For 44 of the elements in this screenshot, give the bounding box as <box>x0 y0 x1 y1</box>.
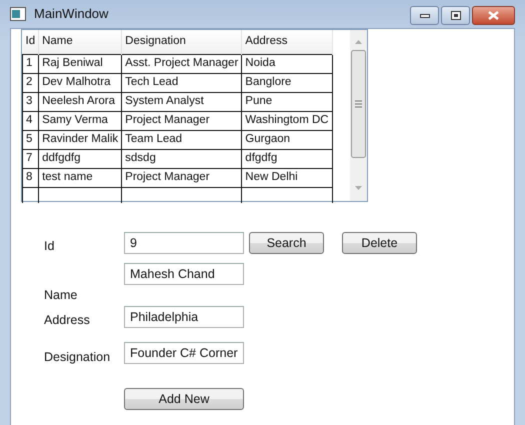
delete-button[interactable]: Delete <box>342 232 417 254</box>
table-cell: 8 <box>22 168 39 187</box>
table-cell: Raj Beniwal <box>38 54 122 73</box>
table-cell: Washingtom DC <box>242 111 332 130</box>
table-cell: Pune <box>242 92 332 111</box>
table-cell: Dev Malhotra <box>38 73 122 92</box>
table-cell: Banglore <box>242 73 332 92</box>
table-cell: Project Manager <box>122 168 242 187</box>
table-cell: System Analyst <box>122 92 242 111</box>
text-field[interactable]: Mahesh Chand <box>124 263 244 285</box>
table-cell: Gurgaon <box>242 130 332 149</box>
column-header[interactable]: Id <box>22 30 39 54</box>
table-cell: 3 <box>22 92 39 111</box>
text-field[interactable]: Philadelphia <box>124 306 244 328</box>
table-cell: New Delhi <box>242 168 332 187</box>
table-cell: sdsdg <box>122 149 242 168</box>
table-cell: Project Manager <box>122 111 242 130</box>
text-field[interactable]: Founder C# Corner <box>124 342 244 364</box>
table-cell: Tech Lead <box>122 73 242 92</box>
window-title: MainWindow <box>34 5 108 24</box>
table-cell: 5 <box>22 130 39 149</box>
table-cell: dfgdfg <box>242 149 332 168</box>
add-new-button[interactable]: Add New <box>124 388 244 410</box>
field-label: Address <box>43 312 91 329</box>
table-cell: Team Lead <box>122 130 242 149</box>
table-cell: test name <box>38 168 122 187</box>
column-header[interactable]: Name <box>38 30 122 54</box>
table-cell: 7 <box>22 149 39 168</box>
table-cell: Neelesh Arora <box>38 92 122 111</box>
column-header[interactable]: Address <box>242 30 332 54</box>
table-cell: Ravinder Malik <box>38 130 122 149</box>
field-label: Designation <box>43 349 112 366</box>
table-cell: 2 <box>22 73 39 92</box>
id-field[interactable]: 9 <box>124 232 244 254</box>
table-cell: 1 <box>22 54 39 73</box>
table-cell: Asst. Project Manager <box>122 54 242 73</box>
table-cell: Samy Verma <box>38 111 122 130</box>
table-cell: ddfgdfg <box>38 149 122 168</box>
field-label: Name <box>43 287 78 304</box>
search-button[interactable]: Search <box>249 232 324 254</box>
table-cell: Noida <box>242 54 332 73</box>
field-label: Id <box>43 238 56 255</box>
table-cell: 4 <box>22 111 39 130</box>
column-header[interactable]: Designation <box>122 30 242 54</box>
